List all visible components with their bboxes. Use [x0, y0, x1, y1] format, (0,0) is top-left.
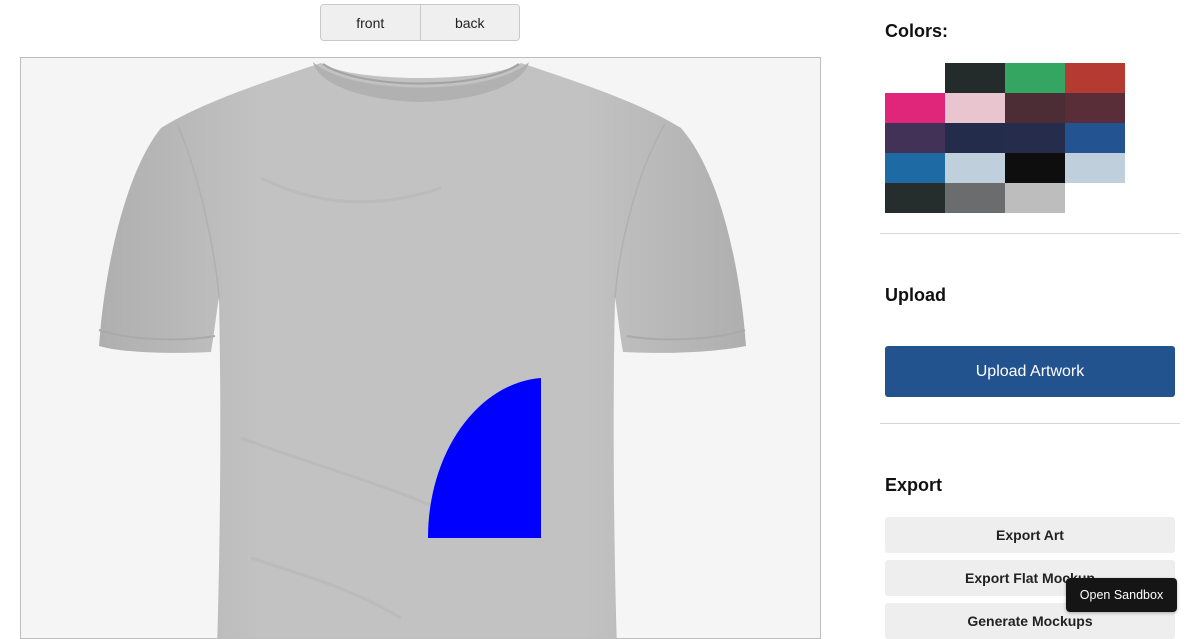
view-toggle: front back	[320, 4, 520, 41]
back-view-button[interactable]: back	[419, 5, 519, 40]
color-swatch[interactable]	[885, 93, 945, 123]
color-swatch[interactable]	[885, 153, 945, 183]
export-art-button[interactable]: Export Art	[885, 517, 1175, 553]
color-swatch[interactable]	[885, 123, 945, 153]
color-swatch[interactable]	[885, 183, 945, 213]
tshirt-mockup	[98, 62, 746, 638]
open-sandbox-button[interactable]: Open Sandbox	[1066, 578, 1177, 612]
color-swatch[interactable]	[945, 93, 1005, 123]
export-title: Export	[885, 475, 943, 495]
upload-artwork-button[interactable]: Upload Artwork	[885, 346, 1175, 397]
color-swatch[interactable]	[1065, 63, 1125, 93]
color-swatch[interactable]	[885, 63, 945, 93]
color-swatch[interactable]	[945, 63, 1005, 93]
color-swatch[interactable]	[1005, 63, 1065, 93]
color-swatch[interactable]	[945, 153, 1005, 183]
color-swatch[interactable]	[1065, 153, 1125, 183]
color-swatch-grid	[885, 63, 1125, 213]
color-swatch[interactable]	[945, 183, 1005, 213]
color-swatch[interactable]	[1005, 153, 1065, 183]
front-view-button[interactable]: front	[321, 5, 420, 40]
divider	[880, 423, 1180, 424]
colors-title: Colors:	[885, 21, 948, 41]
color-swatch[interactable]	[945, 123, 1005, 153]
side-panel: Colors: Upload Upload Artwork Export Exp…	[880, 0, 1180, 639]
divider	[880, 233, 1180, 234]
color-swatch[interactable]	[1005, 123, 1065, 153]
color-swatch[interactable]	[1005, 183, 1065, 213]
color-swatch[interactable]	[1065, 123, 1125, 153]
color-swatch[interactable]	[1065, 93, 1125, 123]
upload-title: Upload	[885, 285, 946, 305]
design-canvas[interactable]	[20, 57, 821, 639]
color-swatch[interactable]	[1005, 93, 1065, 123]
